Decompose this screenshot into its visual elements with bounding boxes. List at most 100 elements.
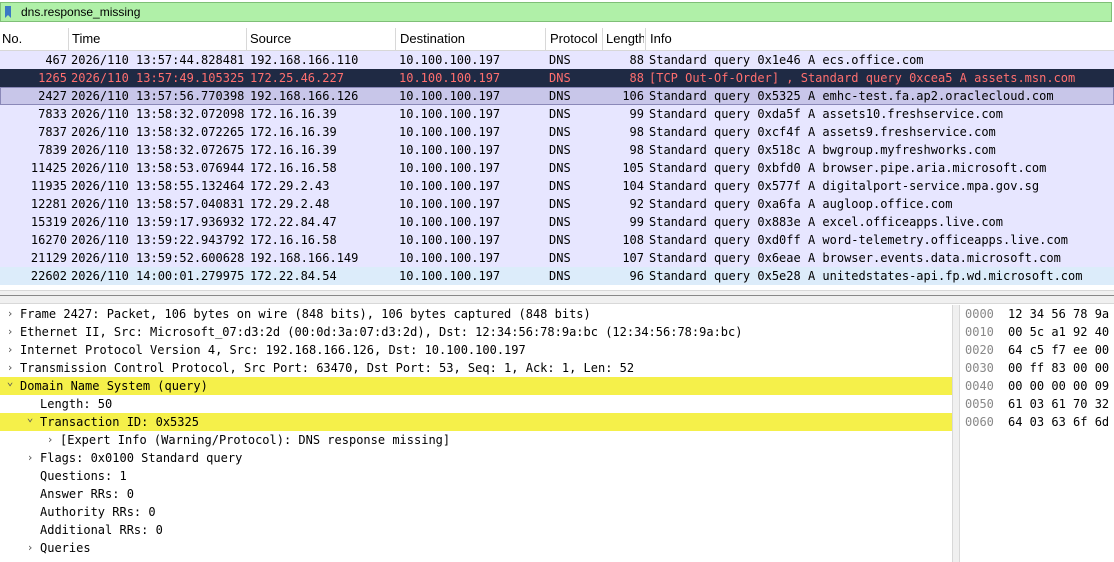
packet-source: 172.29.2.48	[250, 197, 330, 211]
packet-info: Standard query 0xd0ff A word-telemetry.o…	[649, 233, 1069, 247]
column-header-length[interactable]: Length	[606, 31, 644, 46]
packet-length: 92	[629, 197, 644, 211]
packet-protocol: DNS	[549, 179, 571, 193]
expand-arrow-icon[interactable]: ›	[4, 305, 16, 323]
bytes-offset: 0050	[965, 397, 994, 411]
packet-protocol: DNS	[549, 107, 571, 121]
detail-tree-item[interactable]: › Flags: 0x0100 Standard query	[0, 449, 952, 467]
packet-destination: 10.100.100.197	[399, 215, 501, 229]
column-header-time[interactable]: Time	[72, 31, 100, 46]
detail-tree-item[interactable]: › Transmission Control Protocol, Src Port…	[0, 359, 952, 377]
packet-row[interactable]: 467 2026/110 13:57:44.828481 192.168.166.1…	[0, 51, 1114, 69]
bytes-hex: 00 5c a1 92 40	[1008, 325, 1110, 339]
expand-arrow-icon[interactable]: ›	[4, 341, 16, 359]
packet-length: 96	[629, 269, 644, 283]
detail-text: Additional RRs: 0	[40, 523, 163, 537]
packet-row[interactable]: 22602 2026/110 14:00:01.279975 172.22.84.5…	[0, 267, 1114, 285]
collapse-arrow-icon[interactable]: ⌄	[24, 409, 36, 427]
packet-protocol: DNS	[549, 269, 571, 283]
packet-destination: 10.100.100.197	[399, 107, 501, 121]
detail-tree-item[interactable]: › [Expert Info (Warning/Protocol): DNS re…	[0, 431, 952, 449]
packet-time: 2026/110 13:58:57.040831	[71, 197, 245, 211]
packet-length: 104	[622, 179, 644, 193]
detail-text: Questions: 1	[40, 469, 127, 483]
display-filter-bar[interactable]: dns.response_missing	[0, 2, 1112, 22]
bytes-hex: 00 00 00 00 09	[1008, 379, 1110, 393]
packet-destination: 10.100.100.197	[399, 179, 501, 193]
packet-destination: 10.100.100.197	[399, 197, 501, 211]
detail-tree-item[interactable]: Additional RRs: 0	[0, 521, 952, 539]
detail-tree-item[interactable]: Authority RRs: 0	[0, 503, 952, 521]
packet-length: 88	[629, 53, 644, 67]
display-filter-input[interactable]: dns.response_missing	[21, 5, 140, 19]
detail-tree-item[interactable]: › Queries	[0, 539, 952, 557]
column-header-no[interactable]: No.	[2, 31, 22, 46]
detail-tree-item[interactable]: Length: 50	[0, 395, 952, 413]
packet-source: 172.16.16.58	[250, 161, 337, 175]
detail-tree-item[interactable]: ⌄ Domain Name System (query)	[0, 375, 952, 395]
packet-destination: 10.100.100.197	[399, 125, 501, 139]
packet-info: Standard query 0x6eae A browser.events.d…	[649, 251, 1061, 265]
column-header-source[interactable]: Source	[250, 31, 291, 46]
column-header-protocol[interactable]: Protocol	[550, 31, 598, 46]
packet-time: 2026/110 13:58:32.072675	[71, 143, 245, 157]
detail-tree-item[interactable]: › Internet Protocol Version 4, Src: 192.1…	[0, 341, 952, 359]
bytes-offset: 0020	[965, 343, 994, 357]
detail-tree-item[interactable]: Answer RRs: 0	[0, 485, 952, 503]
packet-protocol: DNS	[549, 197, 571, 211]
pane-splitter[interactable]	[0, 290, 1114, 304]
packet-row[interactable]: 16270 2026/110 13:59:22.943792 172.16.16.5…	[0, 231, 1114, 249]
column-header-info[interactable]: Info	[650, 31, 672, 46]
packet-row[interactable]: 11935 2026/110 13:58:55.132464 172.29.2.43…	[0, 177, 1114, 195]
packet-row[interactable]: 12281 2026/110 13:58:57.040831 172.29.2.48…	[0, 195, 1114, 213]
packet-row[interactable]: 21129 2026/110 13:59:52.600628 192.168.166…	[0, 249, 1114, 267]
bytes-hex: 00 ff 83 00 00	[1008, 361, 1110, 375]
packet-row[interactable]: 7837 2026/110 13:58:32.072265 172.16.16.39…	[0, 123, 1114, 141]
packet-no: 11935	[30, 179, 67, 193]
detail-text: Ethernet II, Src: Microsoft_07:d3:2d (00…	[20, 325, 743, 339]
collapse-arrow-icon[interactable]: ⌄	[4, 373, 16, 391]
detail-tree-item[interactable]: ⌄ Transaction ID: 0x5325	[0, 411, 952, 431]
packet-time: 2026/110 13:59:22.943792	[71, 233, 245, 247]
packet-source: 172.16.16.39	[250, 125, 337, 139]
packet-row[interactable]: 7833 2026/110 13:58:32.072098 172.16.16.39…	[0, 105, 1114, 123]
packet-source: 192.168.166.126	[250, 89, 359, 103]
packet-protocol: DNS	[549, 125, 571, 139]
packet-protocol: DNS	[549, 71, 571, 85]
packet-row[interactable]: 7839 2026/110 13:58:32.072675 172.16.16.39…	[0, 141, 1114, 159]
column-header-destination[interactable]: Destination	[400, 31, 465, 46]
packet-time: 2026/110 13:59:52.600628	[71, 251, 245, 265]
detail-tree-item[interactable]: Questions: 1	[0, 467, 952, 485]
packet-time: 2026/110 14:00:01.279975	[71, 269, 245, 283]
packet-source: 172.22.84.47	[250, 215, 337, 229]
expand-arrow-icon[interactable]: ›	[24, 449, 36, 467]
packet-row[interactable]: 1265 2026/110 13:57:49.105325 172.25.46.22…	[0, 69, 1114, 87]
packet-protocol: DNS	[549, 215, 571, 229]
detail-tree-item[interactable]: › Ethernet II, Src: Microsoft_07:d3:2d (0…	[0, 323, 952, 341]
bookmark-icon[interactable]	[5, 6, 11, 18]
packet-time: 2026/110 13:59:17.936932	[71, 215, 245, 229]
bytes-offset: 0000	[965, 307, 994, 321]
detail-text: [Expert Info (Warning/Protocol): DNS res…	[60, 433, 451, 447]
packet-info: Standard query 0x5325 A emhc-test.fa.ap2…	[649, 89, 1054, 103]
packet-no: 11425	[30, 161, 67, 175]
packet-source: 172.25.46.227	[250, 71, 344, 85]
packet-row[interactable]: 11425 2026/110 13:58:53.076944 172.16.16.5…	[0, 159, 1114, 177]
expand-arrow-icon[interactable]: ›	[24, 539, 36, 557]
packet-length: 107	[622, 251, 644, 265]
packet-time: 2026/110 13:58:55.132464	[71, 179, 245, 193]
packet-source: 192.168.166.110	[250, 53, 359, 67]
packet-source: 192.168.166.149	[250, 251, 359, 265]
packet-destination: 10.100.100.197	[399, 161, 501, 175]
packet-row[interactable]: 15319 2026/110 13:59:17.936932 172.22.84.4…	[0, 213, 1114, 231]
expand-arrow-icon[interactable]: ›	[44, 431, 56, 449]
packet-destination: 10.100.100.197	[399, 53, 501, 67]
packet-row[interactable]: 2427 2026/110 13:57:56.770398 192.168.166.…	[0, 87, 1114, 105]
packet-time: 2026/110 13:58:32.072098	[71, 107, 245, 121]
packet-source: 172.29.2.43	[250, 179, 330, 193]
packet-list: 467 2026/110 13:57:44.828481 192.168.166.1…	[0, 51, 1114, 285]
expand-arrow-icon[interactable]: ›	[4, 323, 16, 341]
packet-protocol: DNS	[549, 161, 571, 175]
bytes-offset: 0040	[965, 379, 994, 393]
detail-tree-item[interactable]: › Frame 2427: Packet, 106 bytes on wire (…	[0, 305, 952, 323]
